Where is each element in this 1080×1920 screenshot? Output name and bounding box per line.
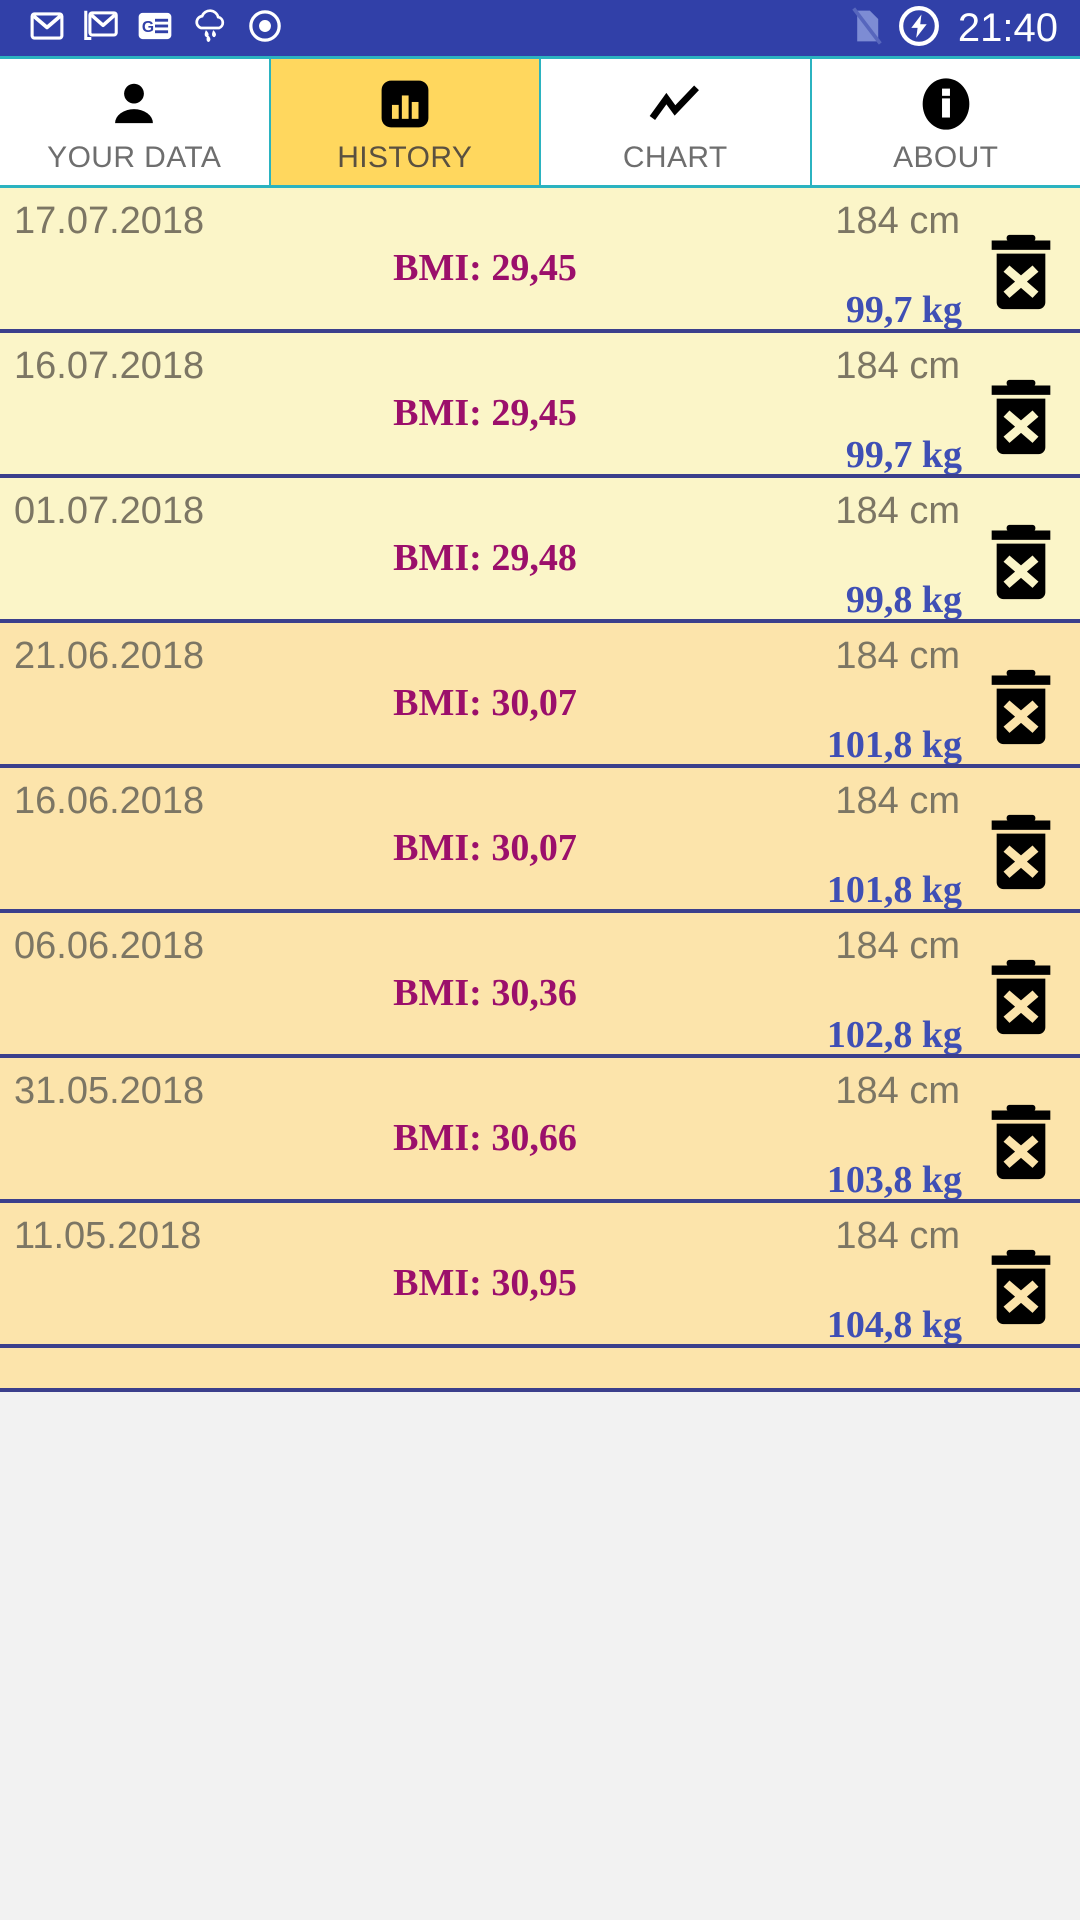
row-weight: 103,8 kg	[826, 1159, 962, 1201]
tab-history[interactable]: HISTORY	[270, 59, 541, 188]
row-bmi: BMI: 29,45	[393, 392, 577, 434]
tab-bar: YOUR DATA HISTORY CHART ABOUT	[0, 56, 1080, 188]
row-date: 01.07.2018	[14, 490, 205, 532]
row-bmi: BMI: 30,07	[393, 827, 577, 869]
tab-label-about: ABOUT	[893, 141, 999, 174]
row-height: 184 cm	[835, 490, 960, 532]
row-bmi: BMI: 30,95	[393, 1262, 577, 1304]
delete-trash-icon[interactable]	[984, 232, 1058, 312]
status-bar: G 21:40	[0, 0, 1080, 56]
row-weight: 101,8 kg	[826, 724, 962, 766]
line-chart-icon	[647, 75, 703, 133]
delete-trash-icon[interactable]	[984, 1102, 1058, 1182]
svg-text:G: G	[142, 18, 154, 35]
row-bmi: BMI: 30,66	[393, 1117, 577, 1159]
row-height: 184 cm	[835, 345, 960, 387]
status-bar-clock: 21:40	[957, 5, 1058, 50]
delete-trash-icon[interactable]	[984, 812, 1058, 892]
table-row[interactable]: 21.06.2018 184 cm BMI: 30,07 101,8 kg	[0, 623, 1080, 768]
table-row[interactable]: 17.07.2018 184 cm BMI: 29,45 99,7 kg	[0, 188, 1080, 333]
app-root: G 21:40 YOUR DATA HISTORY CHART ABOUT 17…	[0, 0, 1080, 1920]
tab-your-data[interactable]: YOUR DATA	[0, 59, 271, 188]
weather-rain-icon	[191, 8, 229, 49]
table-row[interactable]: 11.05.2018 184 cm BMI: 30,95 104,8 kg	[0, 1203, 1080, 1348]
row-bmi: BMI: 30,36	[393, 972, 577, 1014]
row-date: 11.05.2018	[14, 1215, 202, 1257]
table-row[interactable]: 16.07.2018 184 cm BMI: 29,45 99,7 kg	[0, 333, 1080, 478]
status-bar-system-icons: 21:40	[850, 5, 1058, 52]
info-icon	[920, 75, 972, 133]
row-date: 06.06.2018	[14, 925, 205, 967]
row-date: 16.07.2018	[14, 345, 205, 387]
row-height: 184 cm	[835, 635, 960, 677]
row-date: 17.07.2018	[14, 200, 205, 242]
no-sim-card-icon	[850, 5, 884, 52]
row-height: 184 cm	[835, 925, 960, 967]
status-bar-notification-icons: G	[30, 8, 850, 49]
delete-trash-icon[interactable]	[984, 522, 1058, 602]
record-circle-icon	[248, 9, 282, 48]
table-row[interactable]: 01.07.2018 184 cm BMI: 29,48 99,8 kg	[0, 478, 1080, 623]
bar-chart-icon	[378, 75, 432, 133]
row-bmi: BMI: 29,48	[393, 537, 577, 579]
delete-trash-icon[interactable]	[984, 1247, 1058, 1327]
table-row[interactable]: 06.06.2018 184 cm BMI: 30,36 102,8 kg	[0, 913, 1080, 1058]
row-weight: 104,8 kg	[826, 1304, 962, 1346]
row-height: 184 cm	[835, 1070, 960, 1112]
battery-charging-icon	[898, 5, 940, 52]
table-row[interactable]: 16.06.2018 184 cm BMI: 30,07 101,8 kg	[0, 768, 1080, 913]
tab-label-your-data: YOUR DATA	[47, 141, 222, 174]
tab-chart[interactable]: CHART	[541, 59, 812, 188]
row-height: 184 cm	[835, 780, 960, 822]
row-weight: 101,8 kg	[826, 869, 962, 911]
row-weight: 99,7 kg	[845, 434, 962, 476]
gmail-secondary-icon	[83, 8, 119, 49]
history-list[interactable]: 17.07.2018 184 cm BMI: 29,45 99,7 kg 16.…	[0, 188, 1080, 1348]
delete-trash-icon[interactable]	[984, 667, 1058, 747]
delete-trash-icon[interactable]	[984, 377, 1058, 457]
tab-about[interactable]: ABOUT	[811, 59, 1080, 188]
gmail-icon	[30, 9, 64, 48]
row-bmi: BMI: 29,45	[393, 247, 577, 289]
tab-label-chart: CHART	[622, 141, 728, 174]
row-date: 31.05.2018	[14, 1070, 205, 1112]
empty-area	[0, 1392, 1080, 1692]
person-icon	[107, 75, 161, 133]
row-weight: 99,7 kg	[845, 289, 962, 331]
delete-trash-icon[interactable]	[984, 957, 1058, 1037]
tab-label-history: HISTORY	[337, 141, 473, 174]
row-height: 184 cm	[835, 200, 960, 242]
list-tail-partial-row	[0, 1348, 1080, 1392]
row-date: 16.06.2018	[14, 780, 205, 822]
row-weight: 99,8 kg	[845, 579, 962, 621]
row-weight: 102,8 kg	[826, 1014, 962, 1056]
google-news-icon: G	[138, 11, 172, 46]
row-bmi: BMI: 30,07	[393, 682, 577, 724]
row-height: 184 cm	[835, 1215, 960, 1257]
row-date: 21.06.2018	[14, 635, 205, 677]
table-row[interactable]: 31.05.2018 184 cm BMI: 30,66 103,8 kg	[0, 1058, 1080, 1203]
